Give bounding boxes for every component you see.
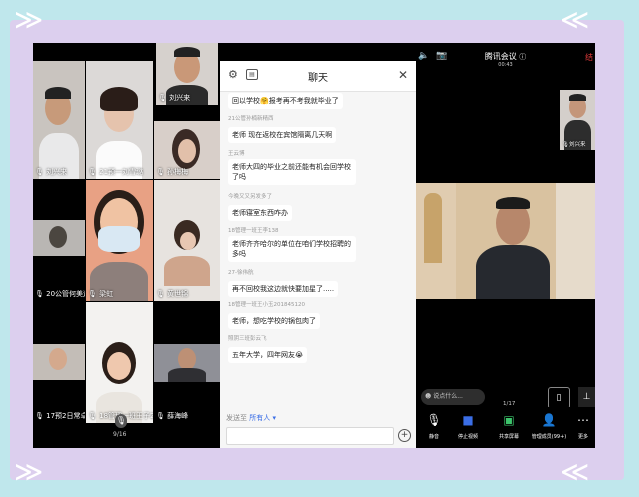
dropdown-icon: ▾ [272, 414, 276, 422]
video-tile[interactable]: 🎙 刘兴来 [33, 61, 85, 179]
chat-title: 聊天 [308, 73, 328, 84]
share-screen-button[interactable]: ▣ 共享屏幕 [491, 413, 527, 440]
video-feed: 🎙 刘兴来 [156, 43, 218, 105]
participant-name: 🎙 刘兴来 [35, 168, 68, 176]
main-speaker-video[interactable] [416, 183, 595, 299]
video-tile[interactable]: 🎙刘兴来 [560, 90, 595, 150]
video-feed [33, 344, 85, 380]
chat-sender: 21公管孙楠新精西 [228, 116, 274, 122]
chat-message-list[interactable]: 回以学校🤗报考再不考我就毕业了 21公管孙楠新精西 老师 现在返校在宾馆隔离几天… [220, 92, 416, 397]
grid-page-indicator: 9/16 [113, 431, 127, 438]
video-feed [33, 61, 85, 179]
chat-bubble: 老师寝室东西咋办 [228, 205, 292, 221]
send-to-value: 所有人 [249, 414, 271, 422]
participant-name: 🎙 梁虹 [88, 290, 114, 298]
video-icon: ■ [462, 413, 474, 427]
mobile-icon[interactable]: ▯ [548, 387, 570, 409]
video-feed: 🎙 孙梅梅 [154, 121, 220, 179]
chat-bubble: 回以学校🤗报考再不考我就毕业了 [228, 93, 343, 109]
chat-bubble: 五年大学，四年网友😭 [228, 347, 308, 363]
chat-message: 回以学校🤗报考再不考我就毕业了 [228, 92, 343, 109]
chat-bubble: 老师 现在返校在宾馆隔离几天啊 [228, 127, 337, 143]
chat-message: 王云博 老师大四的毕业之前还能有机会回学校了吗 [228, 149, 356, 185]
chat-bubble: 老师齐齐哈尔的单位在咱们学校招聘的多吗 [228, 236, 356, 262]
video-tile[interactable]: 🎙 薛海峰 [154, 302, 220, 423]
meeting-title: 腾讯会议 ⓘ [484, 52, 527, 61]
chat-message: 照阴三班彭云飞 五年大学，四年网友😭 [228, 334, 308, 363]
chat-bubble: 老师，想吃学校的锅包肉了 [228, 313, 320, 329]
chat-sender: 27-徐伟航 [228, 270, 254, 276]
mute-button[interactable]: 🎙 静音 [416, 413, 452, 440]
video-feed [33, 220, 85, 256]
participant-name: 🎙 薛海峰 [156, 412, 189, 420]
meeting-header: 🔈 📷 腾讯会议 ⓘ 00:43 结 [416, 43, 595, 73]
chat-sender: 今晚又又另发多了 [228, 194, 273, 200]
participant-name: 🎙 黄世锦 [156, 290, 189, 298]
emoji-icon: ☻ [425, 393, 432, 400]
video-feed [154, 344, 220, 382]
participant-name: 🎙 21预一刘雪璐 [88, 168, 144, 176]
video-tile[interactable]: 🎙 梁虹 [86, 180, 153, 301]
info-icon[interactable]: ⓘ [519, 53, 526, 61]
pin-icon[interactable]: ⊥ [578, 387, 595, 407]
participant-name: 🎙 刘兴来 [158, 94, 191, 102]
decorative-arrow-icon: ≪ [560, 3, 590, 36]
participant-name: 🎙 孙梅梅 [156, 168, 189, 176]
decorative-arrow-icon: ≫ [14, 3, 44, 36]
video-tile[interactable]: 🎙 黄世锦 [154, 180, 220, 301]
manage-members-button[interactable]: 👤 管理成员(99+) [528, 413, 570, 440]
send-to-label: 发送至 [226, 414, 247, 422]
plus-icon[interactable]: + [398, 429, 411, 442]
chat-panel: ⚙ ▤ 聊天 ✕ 回以学校🤗报考再不考我就毕业了 21公管孙楠新精西 老师 现在… [220, 61, 416, 448]
chat-message: 今晚又又另发多了 老师寝室东西咋办 [228, 192, 292, 221]
chat-message: 27-徐伟航 再不回校我这边就快要加星了..... [228, 268, 339, 297]
chat-sender: 王云博 [228, 151, 245, 157]
close-icon[interactable]: ✕ [398, 68, 408, 82]
leave-button[interactable]: 结 [585, 52, 593, 63]
chat-bubble: 再不回校我这边就快要加星了..... [228, 281, 339, 297]
video-tile[interactable]: 🎙 21预一刘雪璐 [86, 61, 153, 179]
video-tile[interactable]: 🎙 刘兴来 🎙 孙梅梅 [154, 43, 220, 179]
more-icon: ⋯ [577, 413, 589, 427]
decorative-arrow-icon: ≪ [560, 455, 590, 488]
video-tile[interactable]: 🎙 20公管何美运 [33, 180, 85, 301]
send-to-selector[interactable]: 发送至 所有人 ▾ [226, 413, 276, 423]
members-icon: 👤 [541, 413, 557, 427]
decorative-arrow-icon: ≫ [14, 455, 44, 488]
microphone-icon: 🎙 [426, 413, 442, 427]
chat-bubble: 老师大四的毕业之前还能有机会回学校了吗 [228, 159, 356, 185]
meeting-screen: 🎙 刘兴来 🎙 21预一刘雪璐 🎙 刘兴来 🎙 孙梅梅 🎙 20公管何美运 [33, 43, 595, 448]
participant-name: 🎙 17预2日常卓曦 [35, 412, 85, 420]
participant-name: 🎙 20公管何美运 [35, 290, 85, 298]
meeting-toolbar: 🎙 静音 ■ 停止视频 ▣ 共享屏幕 👤 管理成员(99+) ⋯ 更多 [416, 407, 595, 448]
chat-sender: 照阴三班彭云飞 [228, 336, 267, 342]
chat-input[interactable] [226, 427, 394, 445]
chat-message: 18管理一班王小玉201845120 老师，想吃学校的锅包肉了 [228, 300, 320, 329]
chat-header: ⚙ ▤ 聊天 ✕ [220, 61, 416, 92]
speak-prompt[interactable]: ☻ 说点什么... [421, 389, 485, 405]
microphone-icon[interactable]: 🎙 [115, 414, 127, 428]
chat-message: 21公管孙楠新精西 老师 现在返校在宾馆隔离几天啊 [228, 114, 337, 143]
video-tile[interactable]: 🎙 17预2日常卓曦 [33, 302, 85, 423]
chat-sender: 18管理一班王李138 [228, 228, 279, 234]
meeting-time: 00:43 [498, 62, 513, 68]
stop-video-button[interactable]: ■ 停止视频 [450, 413, 486, 440]
chat-message: 18管理一班王李138 老师齐齐哈尔的单位在咱们学校招聘的多吗 [228, 226, 356, 262]
more-button[interactable]: ⋯ 更多 [572, 413, 594, 440]
participant-name: 🎙刘兴来 [562, 142, 586, 148]
share-screen-icon: ▣ [503, 413, 515, 427]
chat-sender: 18管理一班王小玉201845120 [228, 302, 305, 308]
video-tile[interactable]: 🎙 18管理一班王子201 [86, 302, 153, 423]
